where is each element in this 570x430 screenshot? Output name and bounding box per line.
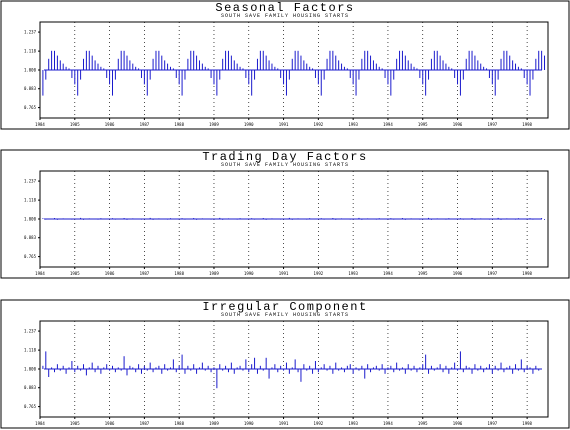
- irregular-component-x-tick-label: 1989: [209, 421, 219, 426]
- trading-day-factors-y-tick-label: 0.765: [24, 254, 37, 259]
- trading-day-factors-y-tick-label: 1.000: [24, 217, 37, 222]
- seasonal-factors-x-tick-label: 1987: [140, 122, 150, 127]
- seasonal-factors-subtitle: SOUTH SAVE FAMILY HOUSING STARTS: [221, 13, 349, 19]
- trading-day-factors-x-tick-label: 1989: [209, 271, 219, 276]
- trading-day-factors-x-tick-label: 1996: [453, 271, 463, 276]
- irregular-component-subtitle: SOUTH SAVE FAMILY HOUSING STARTS: [221, 312, 349, 318]
- seasonal-factors-x-tick-label: 1992: [314, 122, 324, 127]
- trading-day-factors-x-tick-label: 1988: [174, 271, 184, 276]
- irregular-component-panel: Irregular Component SOUTH SAVE FAMILY HO…: [0, 299, 570, 429]
- seasonal-factors-y-tick-label: 1.237: [24, 30, 37, 35]
- seasonal-factors-y-tick-label: 0.765: [24, 105, 37, 110]
- irregular-component-y-tick-label: 0.883: [24, 385, 37, 390]
- seasonal-factors-panel: Seasonal Factors SOUTH SAVE FAMILY HOUSI…: [0, 0, 570, 130]
- seasonal-factors-plot: 1984 1985 1986 1987 1988 1989 1990 1991 1992 1993…: [24, 21, 549, 127]
- irregular-component-x-tick-label: 1998: [522, 421, 532, 426]
- seasonal-factors-x-tick-label: 1990: [244, 122, 254, 127]
- seasonal-factors-x-tick-label: 1985: [70, 122, 80, 127]
- irregular-component-y-tick-label: 0.765: [24, 404, 37, 409]
- seasonal-factors-x-tick-label: 1997: [488, 122, 498, 127]
- trading-day-factors-x-tick-label: 1990: [244, 271, 254, 276]
- seasonal-factors-x-tick-label: 1986: [105, 122, 115, 127]
- seasonal-factors-y-tick-label: 0.883: [24, 86, 37, 91]
- irregular-component-y-tick-label: 1.118: [24, 348, 37, 353]
- seasonal-factors-y-tick-label: 1.118: [24, 49, 37, 54]
- irregular-component-x-tick-label: 1994: [383, 421, 393, 426]
- irregular-component-x-tick-label: 1993: [348, 421, 358, 426]
- trading-day-factors-x-tick-label: 1987: [140, 271, 150, 276]
- irregular-component-x-tick-label: 1995: [418, 421, 428, 426]
- trading-day-factors-x-tick-label: 1994: [383, 271, 393, 276]
- seasonal-factors-y-tick-label: 1.000: [24, 68, 37, 73]
- trading-day-factors-x-tick-label: 1997: [488, 271, 498, 276]
- irregular-component-x-tick-label: 1987: [140, 421, 150, 426]
- trading-day-factors-y-tick-label: 1.237: [24, 179, 37, 184]
- trading-day-factors-x-tick-label: 1998: [522, 271, 532, 276]
- seasonal-factors-x-tick-label: 1993: [348, 122, 358, 127]
- trading-day-factors-subtitle: SOUTH SAVE FAMILY HOUSING STARTS: [221, 162, 349, 168]
- irregular-component-plot: 1984 1985 1986 1987 1988 1989 1990 1991 1992 1993…: [24, 320, 549, 426]
- trading-day-factors-x-tick-label: 1993: [348, 271, 358, 276]
- chart-root: Seasonal Factors SOUTH SAVE FAMILY HOUSI…: [0, 0, 570, 429]
- seasonal-factors-x-tick-label: 1998: [522, 122, 532, 127]
- irregular-component-x-tick-label: 1985: [70, 421, 80, 426]
- seasonal-factors-x-tick-label: 1991: [279, 122, 289, 127]
- trading-day-factors-frame: [0, 149, 570, 279]
- trading-day-factors-x-tick-label: 1984: [35, 271, 45, 276]
- seasonal-factors-x-tick-label: 1994: [383, 122, 393, 127]
- trading-day-factors-x-tick-label: 1985: [70, 271, 80, 276]
- irregular-component-x-tick-label: 1988: [174, 421, 184, 426]
- irregular-component-x-tick-label: 1997: [488, 421, 498, 426]
- seasonal-factors-x-tick-label: 1989: [209, 122, 219, 127]
- irregular-component-x-tick-label: 1984: [35, 421, 45, 426]
- irregular-component-x-tick-label: 1996: [453, 421, 463, 426]
- irregular-component-y-tick-label: 1.000: [24, 367, 37, 372]
- trading-day-factors-x-tick-label: 1992: [314, 271, 324, 276]
- seasonal-factors-x-tick-label: 1996: [453, 122, 463, 127]
- irregular-component-x-tick-label: 1986: [105, 421, 115, 426]
- trading-day-factors-x-tick-label: 1995: [418, 271, 428, 276]
- irregular-component-frame: [0, 299, 570, 429]
- seasonal-factors-x-tick-label: 1995: [418, 122, 428, 127]
- seasonal-factors-x-tick-label: 1988: [174, 122, 184, 127]
- irregular-component-x-tick-label: 1991: [279, 421, 289, 426]
- trading-day-factors-y-tick-label: 0.883: [24, 235, 37, 240]
- trading-day-factors-plot: 1984 1985 1986 1987 1988 1989 1990 1991 1992 1993…: [24, 170, 549, 276]
- trading-day-factors-panel: Trading Day Factors SOUTH SAVE FAMILY HO…: [0, 149, 570, 279]
- trading-day-factors-y-tick-label: 1.118: [24, 198, 37, 203]
- seasonal-factors-x-tick-label: 1984: [35, 122, 45, 127]
- trading-day-factors-x-tick-label: 1986: [105, 271, 115, 276]
- irregular-component-x-tick-label: 1992: [314, 421, 324, 426]
- irregular-component-y-tick-label: 1.237: [24, 329, 37, 334]
- trading-day-factors-x-tick-label: 1991: [279, 271, 289, 276]
- irregular-component-x-tick-label: 1990: [244, 421, 254, 426]
